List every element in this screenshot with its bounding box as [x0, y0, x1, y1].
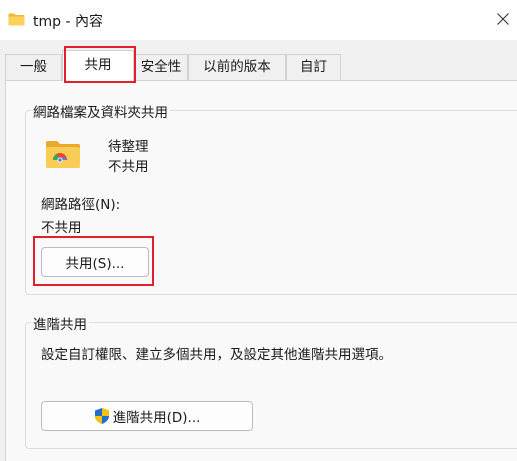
advanced-sharing-description: 設定自訂權限、建立多個共用，及設定其他進階共用選項。	[41, 347, 392, 363]
sharing-panel: 網路檔案及資料夾共用 待整理 不共用 網路路徑(N): 不共用 共用(S)...…	[5, 80, 517, 461]
advanced-sharing-group-title: 進階共用	[31, 313, 89, 333]
tab-previous-versions-label: 以前的版本	[203, 59, 271, 75]
share-button-label: 共用(S)...	[65, 256, 125, 272]
close-icon	[496, 12, 510, 30]
tab-sharing-label: 共用	[84, 57, 112, 73]
window-title: tmp - 內容	[33, 14, 103, 30]
title-bar: tmp - 內容	[0, 0, 517, 40]
network-sharing-group-title: 網路檔案及資料夾共用	[31, 101, 170, 121]
close-button[interactable]	[490, 8, 516, 34]
tab-customize[interactable]: 自訂	[286, 54, 341, 80]
network-path-value: 不共用	[41, 220, 82, 236]
advanced-sharing-button[interactable]: 進階共用(D)...	[41, 401, 253, 431]
share-button[interactable]: 共用(S)...	[41, 247, 149, 277]
shared-folder-icon	[45, 139, 81, 169]
tab-security[interactable]: 安全性	[134, 54, 188, 80]
folder-name: 待整理	[108, 139, 149, 155]
tab-customize-label: 自訂	[300, 59, 327, 75]
network-path-label: 網路路徑(N):	[41, 197, 121, 213]
tab-general-label: 一般	[20, 59, 47, 75]
network-sharing-group: 網路檔案及資料夾共用 待整理 不共用 網路路徑(N): 不共用 共用(S)...	[25, 101, 517, 295]
tab-general[interactable]: 一般	[5, 54, 62, 80]
tab-security-label: 安全性	[140, 59, 182, 75]
advanced-sharing-group: 進階共用 設定自訂權限、建立多個共用，及設定其他進階共用選項。 進階共用(D).…	[25, 313, 517, 449]
tab-sharing[interactable]: 共用	[62, 50, 134, 81]
share-status: 不共用	[108, 159, 149, 175]
folder-icon	[8, 13, 25, 26]
tab-previous-versions[interactable]: 以前的版本	[188, 54, 286, 80]
advanced-sharing-button-label: 進階共用(D)...	[112, 410, 201, 426]
uac-shield-icon	[94, 407, 110, 425]
